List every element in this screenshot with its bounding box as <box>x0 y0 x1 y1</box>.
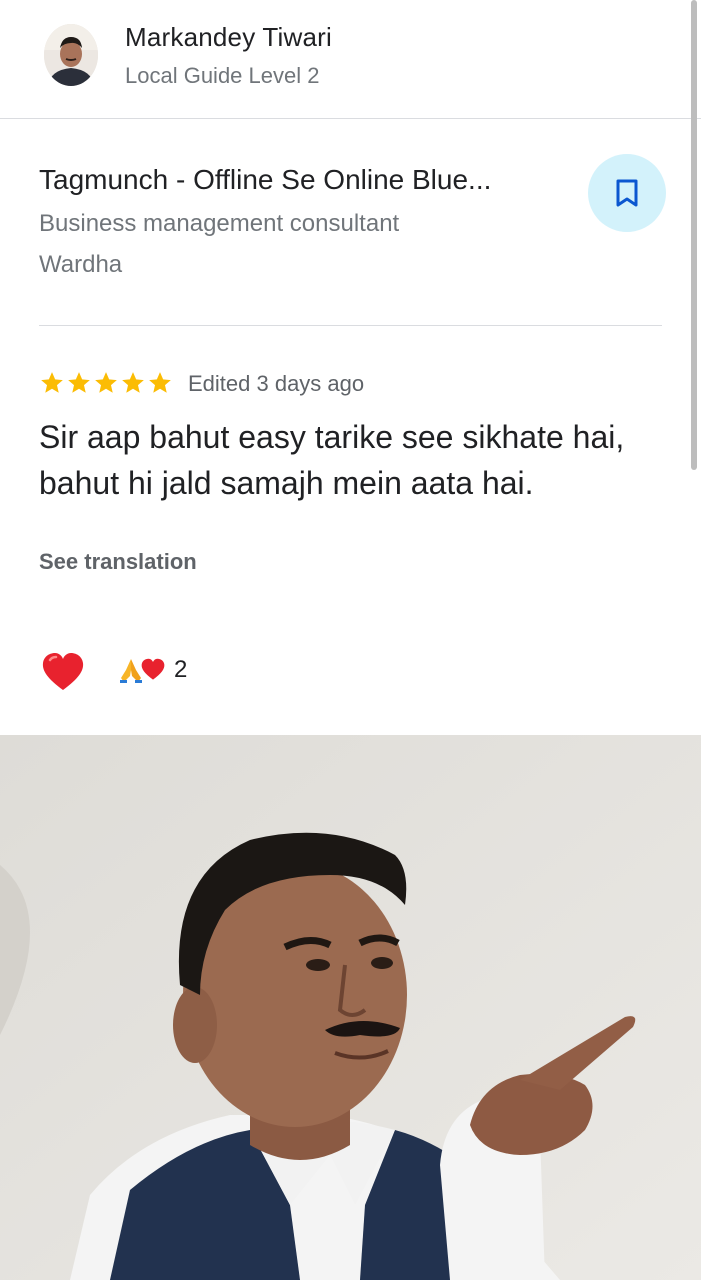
heart-icon <box>42 653 84 690</box>
scrollbar[interactable] <box>691 0 697 470</box>
review-photo[interactable] <box>0 735 701 1280</box>
reaction-count: 2 <box>174 656 188 683</box>
bookmark-icon <box>616 179 638 207</box>
reviewer-header: Markandey Tiwari Local Guide Level 2 <box>0 0 701 119</box>
edited-timestamp: Edited 3 days ago <box>188 371 365 396</box>
heart-icon <box>141 658 165 680</box>
reviewer-avatar[interactable] <box>44 24 98 86</box>
star-icon <box>149 372 171 393</box>
star-icon <box>68 372 90 393</box>
reviewer-name[interactable]: Markandey Tiwari <box>125 22 332 53</box>
place-name[interactable]: Tagmunch - Offline Se Online Blue... <box>39 164 491 196</box>
star-icon <box>122 372 144 393</box>
save-button[interactable] <box>588 154 666 232</box>
place-category: Business management consultant <box>39 210 400 237</box>
rating-stars <box>39 370 173 396</box>
see-translation-link[interactable]: See translation <box>39 549 197 575</box>
reviewer-level: Local Guide Level 2 <box>125 63 320 88</box>
star-icon <box>41 372 63 393</box>
review-text: Sir aap bahut easy tarike see sikhate ha… <box>39 419 625 501</box>
reaction-summary[interactable]: 2 <box>118 656 187 684</box>
heart-react-button[interactable] <box>40 650 86 696</box>
place-city: Wardha <box>39 251 123 278</box>
divider <box>39 325 662 326</box>
star-icon <box>95 372 117 393</box>
